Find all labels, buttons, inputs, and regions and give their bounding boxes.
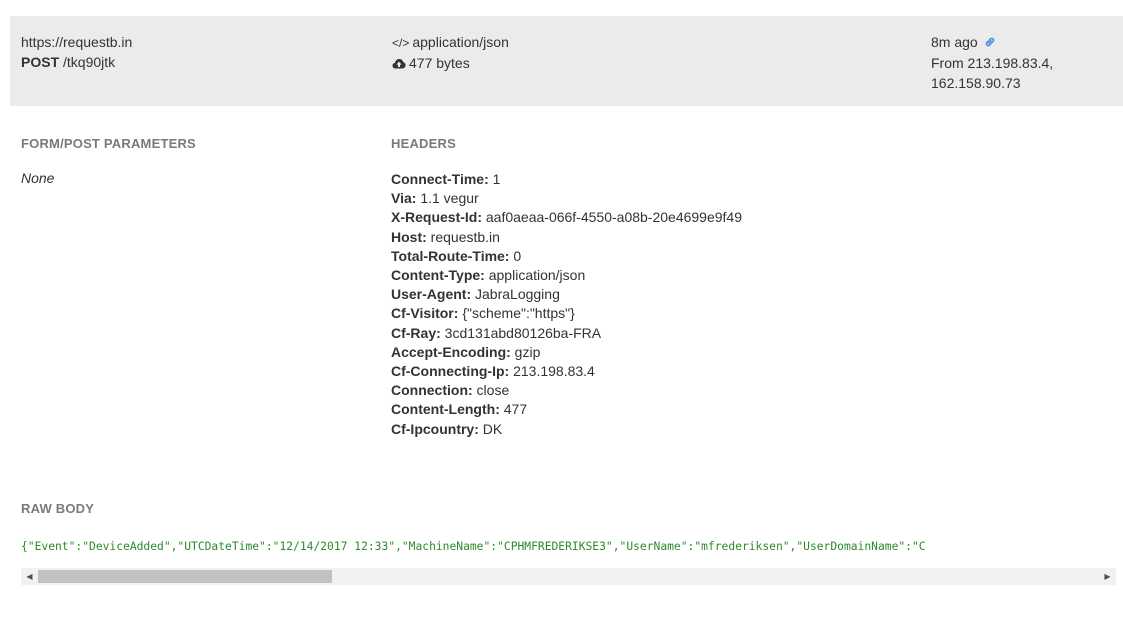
- content-type-line: </> application/json: [392, 32, 509, 53]
- request-detail-page: https://requestb.in POST /tkq90jtk </> ap…: [0, 0, 1123, 622]
- top-strip: [0, 0, 1123, 16]
- header-row: Host: requestb.in: [391, 228, 742, 247]
- content-size: 477 bytes: [409, 55, 470, 71]
- header-key: Cf-Connecting-Ip:: [391, 363, 510, 380]
- horizontal-scrollbar[interactable]: ◀ ▶: [21, 568, 1116, 585]
- request-endpoint-column: https://requestb.in POST /tkq90jtk: [21, 32, 132, 72]
- header-key: Content-Type:: [391, 267, 485, 284]
- request-meta-column: 8m ago From 213.198.83.4, 162.158.90.73: [931, 32, 1053, 93]
- content-type: application/json: [412, 34, 509, 50]
- header-value: 1.1 vegur: [420, 190, 479, 207]
- cloud-upload-icon: [392, 54, 406, 74]
- header-value: 0: [513, 247, 522, 264]
- scroll-thumb[interactable]: [38, 570, 332, 583]
- code-icon: </>: [392, 36, 410, 50]
- bin-url: https://requestb.in: [21, 34, 133, 50]
- header-key: Via:: [391, 190, 417, 207]
- header-row: Total-Route-Time: 0: [391, 247, 742, 266]
- header-row: Content-Type: application/json: [391, 266, 742, 285]
- header-value: gzip: [514, 343, 541, 360]
- time-ago: 8m ago: [931, 34, 978, 50]
- http-method: POST: [21, 54, 60, 70]
- headers-title: HEADERS: [391, 136, 456, 151]
- request-line: POST /tkq90jtk: [21, 52, 132, 72]
- content-size-line: 477 bytes: [392, 53, 509, 74]
- source-ip-line-2: 162.158.90.73: [931, 75, 1021, 91]
- form-params-title: FORM/POST PARAMETERS: [21, 136, 196, 151]
- request-summary-panel: https://requestb.in POST /tkq90jtk </> ap…: [10, 16, 1123, 106]
- header-key: Content-Length:: [391, 401, 500, 418]
- header-key: X-Request-Id:: [391, 209, 482, 226]
- time-line: 8m ago: [931, 32, 1053, 53]
- header-key: Connect-Time:: [391, 171, 489, 187]
- header-value: DK: [482, 420, 503, 437]
- header-value: 213.198.83.4: [513, 363, 595, 380]
- header-key: Cf-Ipcountry:: [391, 420, 479, 437]
- scroll-right-arrow-icon[interactable]: ▶: [1099, 568, 1116, 585]
- header-row: Connection: close: [391, 381, 742, 400]
- scroll-left-arrow-icon[interactable]: ◀: [21, 568, 38, 585]
- header-value: application/json: [488, 267, 586, 284]
- header-row: Connect-Time: 1: [391, 170, 742, 189]
- header-value: {"scheme":"https"}: [462, 305, 575, 322]
- headers-list: Connect-Time: 1 Via: 1.1 vegur X-Request…: [391, 170, 742, 439]
- header-key: Accept-Encoding:: [391, 343, 511, 360]
- header-row: X-Request-Id: aaf0aeaa-066f-4550-a08b-20…: [391, 208, 742, 227]
- header-key: User-Agent:: [391, 286, 472, 303]
- header-row: Via: 1.1 vegur: [391, 189, 742, 208]
- header-key: Total-Route-Time:: [391, 247, 510, 264]
- header-key: Cf-Ray:: [391, 324, 441, 341]
- header-value: 477: [503, 401, 528, 418]
- header-value: 1: [492, 171, 501, 187]
- header-row: Accept-Encoding: gzip: [391, 343, 742, 362]
- header-value: 3cd131abd80126ba-FRA: [444, 324, 602, 341]
- header-row: Cf-Visitor: {"scheme":"https"}: [391, 304, 742, 323]
- header-key: Connection:: [391, 382, 473, 399]
- request-content-column: </> application/json 477 bytes: [392, 32, 509, 74]
- header-row: Cf-Connecting-Ip: 213.198.83.4: [391, 362, 742, 381]
- header-value: close: [476, 382, 510, 399]
- raw-body-content[interactable]: {"Event":"DeviceAdded","UTCDateTime":"12…: [21, 540, 1116, 553]
- form-params-value: None: [21, 170, 55, 186]
- raw-body-title: RAW BODY: [21, 501, 95, 516]
- link-icon[interactable]: [981, 35, 997, 50]
- header-key: Cf-Visitor:: [391, 305, 459, 322]
- request-path: /tkq90jtk: [63, 54, 116, 70]
- header-row: User-Agent: JabraLogging: [391, 285, 742, 304]
- header-row: Cf-Ray: 3cd131abd80126ba-FRA: [391, 324, 742, 343]
- header-value: JabraLogging: [475, 286, 560, 303]
- header-value: requestb.in: [430, 228, 500, 245]
- header-value: aaf0aeaa-066f-4550-a08b-20e4699e9f49: [485, 209, 743, 226]
- source-ip-line-1: From 213.198.83.4,: [931, 55, 1054, 71]
- header-row: Cf-Ipcountry: DK: [391, 420, 742, 439]
- header-key: Host:: [391, 228, 427, 245]
- header-row: Content-Length: 477: [391, 400, 742, 419]
